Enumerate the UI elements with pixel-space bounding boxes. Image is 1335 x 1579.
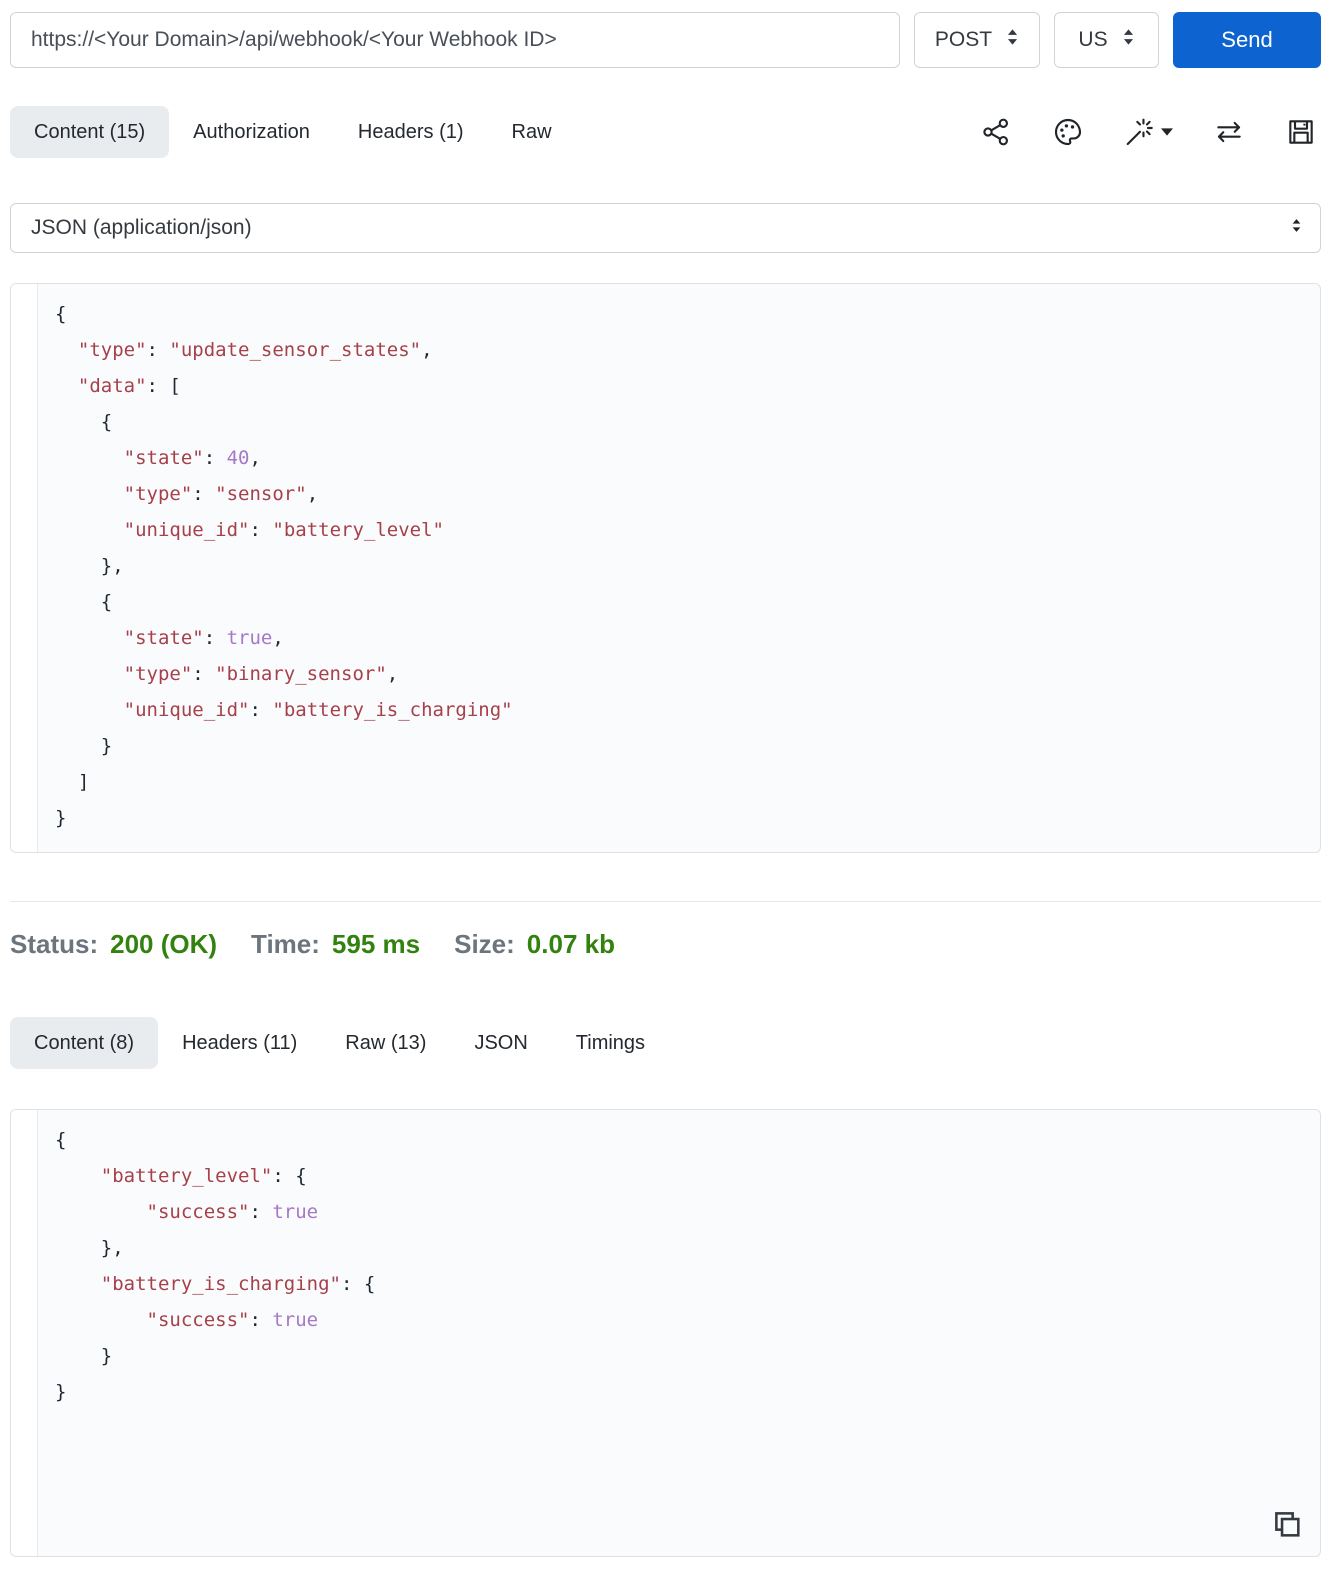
share-icon [980,116,1012,148]
code-line: } [55,735,113,757]
code-line: { [55,591,113,613]
code-line: } [55,1381,67,1403]
request-body-editor[interactable]: { "type": "update_sensor_states", "data"… [10,283,1321,853]
code-line: "unique_id": "battery_is_charging" [123,699,513,721]
send-button[interactable]: Send [1173,12,1321,68]
updown-arrows-icon [1122,28,1135,52]
request-tabs: Content (15) Authorization Headers (1) R… [10,106,1321,158]
tab-response-raw[interactable]: Raw (13) [321,1017,450,1069]
code-line: "type": "update_sensor_states", [77,339,433,361]
time-pair: Time: 595 ms [251,929,420,960]
code-line: "state": 40, [123,447,261,469]
size-value: 0.07 kb [526,929,615,959]
swap-requests-button[interactable] [1213,114,1245,150]
code-line: }, [55,1237,124,1259]
response-body-code: { "battery_level": { "success": true }, … [11,1110,1320,1426]
updown-arrows-icon [1006,28,1019,52]
status-pair: Status: 200 (OK) [10,929,217,960]
code-line: "type": "sensor", [123,483,319,505]
tab-response-json[interactable]: JSON [450,1017,551,1069]
tab-request-authorization[interactable]: Authorization [169,106,334,158]
tab-request-content[interactable]: Content (15) [10,106,170,158]
status-label: Status: [10,929,99,959]
size-label: Size: [454,929,515,959]
code-line: "success": true [146,1309,319,1331]
body-type-select-value: JSON (application/json) [31,216,252,239]
code-line: } [55,807,67,829]
code-line: ] [55,771,90,793]
section-divider [10,901,1321,902]
code-line: } [55,1345,113,1367]
method-select[interactable]: POST [914,12,1040,68]
time-value: 595 ms [331,929,421,959]
response-tabs: Content (8) Headers (11) Raw (13) JSON T… [10,1017,1321,1069]
code-line: "state": true, [123,627,284,649]
copy-icon [1270,1512,1304,1544]
url-input[interactable] [10,12,900,68]
code-line: "data": [ [77,375,181,397]
code-line: "battery_is_charging": { [100,1273,376,1295]
code-line: { [55,1129,67,1151]
chevron-down-icon [1161,128,1173,136]
code-line: "success": true [146,1201,319,1223]
save-request-button[interactable] [1285,114,1317,150]
region-select-value: US [1078,28,1108,51]
code-line: "battery_level": { [100,1165,307,1187]
response-body-viewer: { "battery_level": { "success": true }, … [10,1109,1321,1557]
palette-icon [1052,116,1084,148]
updown-arrows-icon [1291,218,1302,238]
share-button[interactable] [980,114,1012,150]
tab-response-content[interactable]: Content (8) [10,1017,159,1069]
code-line: { [55,411,113,433]
status-value: 200 (OK) [110,929,218,959]
tab-request-headers[interactable]: Headers (1) [334,106,488,158]
method-select-value: POST [934,28,993,51]
request-body-code: { "type": "update_sensor_states", "data"… [11,284,1320,852]
tab-response-timings[interactable]: Timings [552,1017,669,1069]
region-select[interactable]: US [1054,12,1159,68]
code-line: "type": "binary_sensor", [123,663,399,685]
magic-wand-icon [1124,116,1156,148]
magic-wand-button[interactable] [1124,114,1173,150]
body-type-select[interactable]: JSON (application/json) [10,203,1321,253]
copy-button[interactable] [1270,1507,1304,1544]
swap-arrows-icon [1213,116,1245,148]
tab-response-headers[interactable]: Headers (11) [158,1017,321,1069]
code-line: { [55,303,67,325]
theme-button[interactable] [1052,114,1084,150]
request-bar: POST US Send [10,12,1321,68]
code-line: }, [55,555,124,577]
tab-request-raw[interactable]: Raw [488,106,576,158]
api-tester-app: POST US Send Content (15) Authorization … [0,0,1335,1579]
size-pair: Size: 0.07 kb [454,929,615,960]
code-line: "unique_id": "battery_level" [123,519,444,541]
request-toolbar [980,114,1321,150]
time-label: Time: [251,929,320,959]
response-status-bar: Status: 200 (OK) Time: 595 ms Size: 0.07… [10,929,1321,960]
save-icon [1285,116,1317,148]
